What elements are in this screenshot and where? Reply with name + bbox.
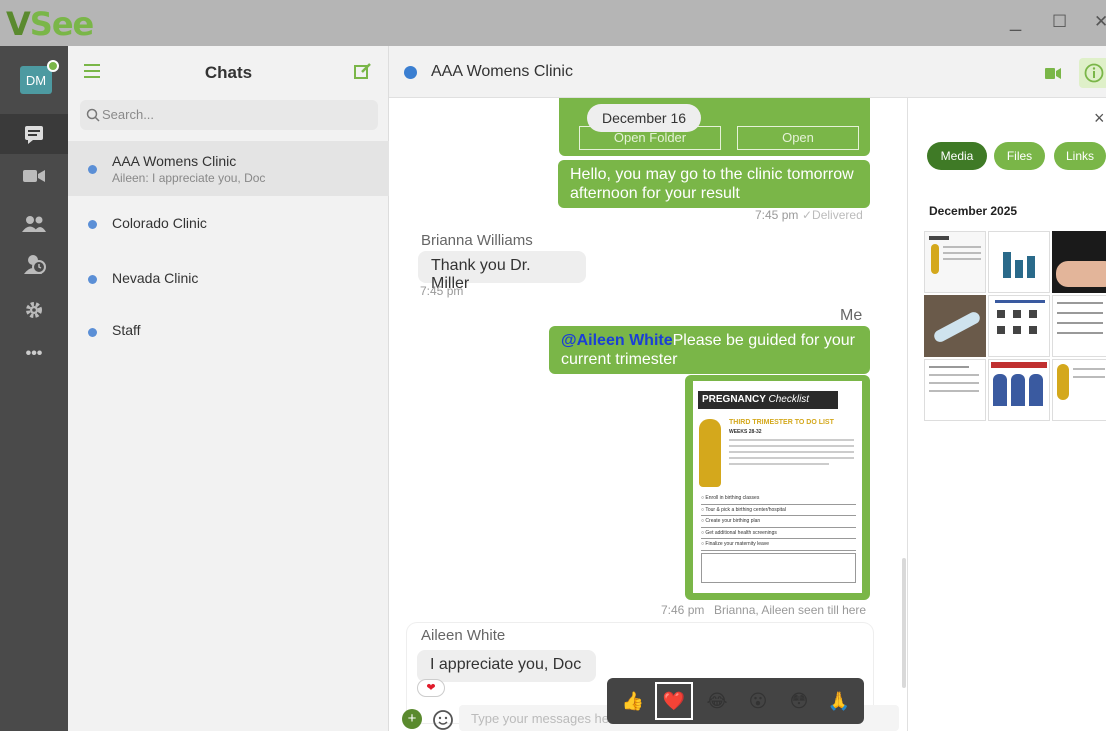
conversation-header: AAA Womens Clinic <box>389 46 1106 98</box>
checklist-notes-box <box>701 553 856 583</box>
received-message-bubble: I appreciate you, Doc <box>417 650 596 682</box>
checklist-title-banner: PREGNANCY Checklist <box>698 391 838 409</box>
media-thumbnail[interactable] <box>1052 231 1106 293</box>
pregnancy-checklist-image[interactable]: PREGNANCY Checklist THIRD TRIMESTER TO D… <box>693 381 862 593</box>
nav-settings[interactable] <box>22 298 46 322</box>
checklist-items: ○ Enroll in birthing classes ○ Tour & pi… <box>701 493 856 551</box>
media-thumbnail[interactable] <box>988 231 1050 293</box>
more-icon[interactable]: ••• <box>22 342 46 366</box>
contacts-icon <box>22 216 46 232</box>
emoji-picker-icon[interactable] <box>432 709 454 731</box>
nav-rail: DM ••• <box>0 46 68 731</box>
close-button[interactable]: ✕ <box>1094 12 1106 32</box>
chat-status-dot <box>88 165 97 174</box>
tab-files[interactable]: Files <box>994 142 1045 170</box>
history-icon <box>24 255 46 274</box>
media-thumbnail[interactable] <box>1052 295 1106 357</box>
media-thumbnail[interactable] <box>924 231 986 293</box>
chat-item-preview: Aileen: I appreciate you, Doc <box>112 171 266 185</box>
message-sender: Brianna Williams <box>421 232 533 249</box>
message-sender: Me <box>840 307 863 324</box>
search-input[interactable]: Search... <box>80 100 378 130</box>
chat-list-header: Chats <box>68 46 388 98</box>
thumbs-up-reaction[interactable]: 👍 <box>619 687 647 715</box>
media-thumbnail[interactable] <box>1052 359 1106 421</box>
chats-title: Chats <box>204 63 253 82</box>
laughing-reaction[interactable]: 😂 <box>703 687 731 715</box>
sent-message-bubble: @Aileen WhitePlease be guided for your c… <box>549 326 870 374</box>
message-time: 7:45 pm <box>755 208 799 222</box>
seen-status: Brianna, Aileen seen till here <box>714 603 867 617</box>
chat-list-panel: Chats Search... AAA Womens Clinic Aileen… <box>68 46 389 731</box>
media-thumbnail[interactable] <box>988 359 1050 421</box>
chat-item-name: Nevada Clinic <box>112 270 199 286</box>
compose-icon[interactable] <box>354 62 372 80</box>
reaction-picker: 👍 ❤️ 😂 😮 😳 🙏 <box>607 678 864 724</box>
chat-status-dot <box>88 328 97 337</box>
pray-reaction[interactable]: 🙏 <box>825 687 853 715</box>
chat-item-aaa-womens-clinic[interactable]: AAA Womens Clinic Aileen: I appreciate y… <box>68 141 389 196</box>
title-bar: VSee _ ☐ ✕ <box>0 0 1106 46</box>
nav-history[interactable] <box>22 252 46 276</box>
checklist-subtitle: THIRD TRIMESTER TO DO LIST <box>729 419 834 426</box>
sent-message-bubble: Hello, you may go to the clinic tomorrow… <box>558 160 870 208</box>
surprised-reaction[interactable]: 😮 <box>744 687 772 715</box>
chat-item-name: AAA Womens Clinic <box>112 153 237 169</box>
chat-item-staff[interactable]: Staff <box>68 306 389 361</box>
media-thumbnail[interactable] <box>924 295 986 357</box>
nav-video[interactable] <box>22 164 46 188</box>
message-time: 7:46 pm <box>661 603 705 617</box>
maximize-button[interactable]: ☐ <box>1052 12 1067 32</box>
heart-reaction[interactable]: ❤️ <box>655 682 693 720</box>
info-icon <box>1084 63 1104 83</box>
message-time: 7:45 pm <box>420 284 464 298</box>
video-camera-icon <box>23 170 45 182</box>
info-panel: × Media Files Links December 2025 <box>907 98 1106 731</box>
video-call-icon[interactable] <box>1045 68 1061 79</box>
conversation-status-dot <box>404 66 417 79</box>
image-attachment-bubble[interactable]: PREGNANCY Checklist THIRD TRIMESTER TO D… <box>685 375 870 600</box>
add-attachment-button[interactable]: + <box>402 709 422 729</box>
date-badge: December 16 <box>587 104 701 132</box>
received-message-bubble: Thank you Dr. Miller <box>418 251 586 292</box>
info-button[interactable] <box>1079 58 1106 88</box>
media-section-title: December 2025 <box>929 204 1018 218</box>
tab-media[interactable]: Media <box>927 142 987 170</box>
online-status-dot <box>47 60 59 72</box>
chat-status-dot <box>88 220 97 229</box>
mention-link[interactable]: @Aileen White <box>561 332 673 349</box>
message-text: Hello, you may go to the clinic tomorrow… <box>570 166 854 202</box>
search-icon <box>86 108 100 122</box>
conversation-title: AAA Womens Clinic <box>431 63 573 80</box>
message-text: I appreciate you, Doc <box>430 656 582 673</box>
open-file-button[interactable]: Open <box>737 126 859 150</box>
delivery-status: ✓Delivered <box>802 208 863 222</box>
search-placeholder: Search... <box>102 107 155 122</box>
checklist-weeks: WEEKS 28-32 <box>729 429 762 435</box>
nav-chats[interactable] <box>0 114 68 154</box>
checklist-intro-text <box>729 439 854 473</box>
chat-item-name: Staff <box>112 322 141 338</box>
message-reaction-badge[interactable]: ❤ <box>417 679 445 697</box>
pregnant-silhouette <box>699 419 721 487</box>
info-panel-close-icon[interactable]: × <box>1094 108 1105 129</box>
vsee-logo: VSee <box>6 5 94 43</box>
media-thumbnail[interactable] <box>988 295 1050 357</box>
tab-links[interactable]: Links <box>1054 142 1106 170</box>
message-scrollbar[interactable] <box>902 558 906 688</box>
message-sender: Aileen White <box>421 627 506 644</box>
minimize-button[interactable]: _ <box>1010 10 1021 33</box>
avatar[interactable]: DM <box>20 66 52 94</box>
chat-icon <box>25 126 43 144</box>
chat-item-colorado-clinic[interactable]: Colorado Clinic <box>68 196 389 251</box>
gear-icon <box>26 302 42 318</box>
flushed-reaction[interactable]: 😳 <box>785 687 813 715</box>
nav-contacts[interactable] <box>22 212 46 236</box>
chat-status-dot <box>88 275 97 284</box>
chat-item-name: Colorado Clinic <box>112 215 207 231</box>
chat-item-nevada-clinic[interactable]: Nevada Clinic <box>68 251 389 306</box>
media-thumbnail[interactable] <box>924 359 986 421</box>
